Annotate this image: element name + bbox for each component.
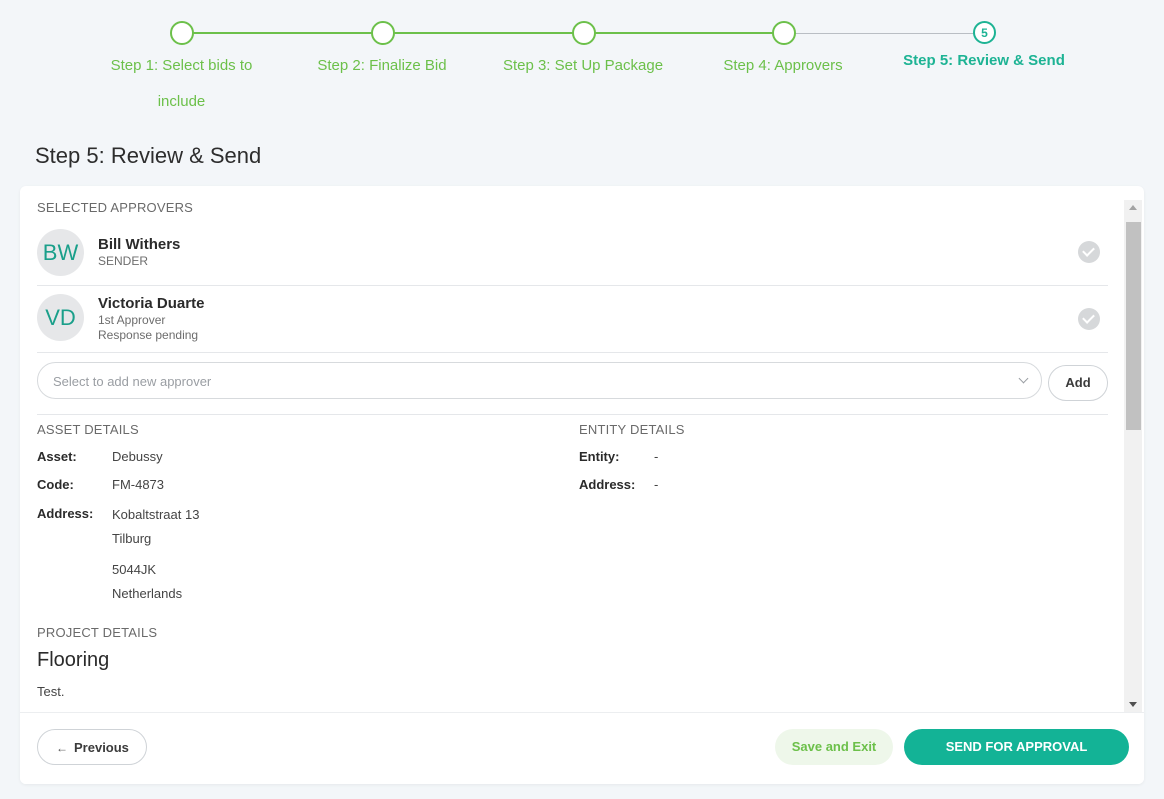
previous-label: Previous (74, 740, 129, 755)
previous-button[interactable]: ← Previous (37, 729, 147, 765)
send-for-approval-button[interactable]: SEND FOR APPROVAL (904, 729, 1129, 765)
avatar: BW (37, 229, 84, 276)
asset-address-key: Address: (37, 506, 94, 521)
step-2-circle[interactable] (371, 21, 395, 45)
stepper-connector (382, 32, 583, 34)
add-approver-select[interactable]: Select to add new approver (37, 362, 1042, 399)
stepper-connector (181, 32, 382, 34)
step-3-label[interactable]: Step 3: Set Up Package (488, 48, 678, 84)
step-1-label-line2: include (157, 93, 206, 110)
entity-details-title: ENTITY DETAILS (579, 422, 685, 437)
approver-status: Response pending (98, 328, 199, 342)
project-name: Flooring (37, 649, 110, 671)
divider (37, 352, 1108, 353)
code-key: Code: (37, 477, 74, 492)
approver-role: 1st Approver (98, 313, 166, 327)
page-title: Step 5: Review & Send (35, 143, 262, 168)
asset-value: Debussy (112, 449, 163, 464)
step-5-label: Step 5: Review & Send (903, 52, 1065, 69)
scrollbar-thumb[interactable] (1126, 222, 1141, 430)
asset-address-line: Kobaltstraat 13 (112, 507, 200, 522)
step-5-circle: 5 (973, 21, 996, 44)
step-1-label[interactable]: Step 1: Select bids to include (96, 48, 267, 120)
asset-key: Asset: (37, 449, 77, 464)
divider (37, 414, 1108, 415)
selected-approvers-title: SELECTED APPROVERS (37, 200, 194, 215)
progress-stepper: 5 Step 1: Select bids to include Step 2:… (0, 0, 1164, 130)
scroll-down-arrow-icon[interactable] (1129, 702, 1137, 707)
add-approver-button[interactable]: Add (1048, 365, 1108, 401)
approver-name: Victoria Duarte (98, 295, 205, 312)
code-value: FM-4873 (112, 477, 165, 492)
review-card: SELECTED APPROVERS BW Bill Withers SENDE… (20, 186, 1144, 784)
entity-key: Entity: (579, 449, 620, 464)
arrow-left-icon: ← (56, 741, 68, 755)
vertical-scrollbar[interactable] (1124, 200, 1142, 712)
review-scroll-area[interactable]: SELECTED APPROVERS BW Bill Withers SENDE… (20, 186, 1122, 712)
stepper-connector (783, 33, 984, 34)
step-3-circle[interactable] (572, 21, 596, 45)
project-details-title: PROJECT DETAILS (37, 625, 158, 640)
stepper-connector (583, 32, 783, 34)
asset-address-line: Tilburg (112, 531, 152, 546)
avatar: VD (37, 294, 84, 341)
asset-address-line: Netherlands (112, 586, 183, 601)
asset-details-title: ASSET DETAILS (37, 422, 139, 437)
asset-address-line: 5044JK (112, 562, 157, 577)
step-4-label[interactable]: Step 4: Approvers (703, 48, 863, 84)
entity-value: - (654, 449, 659, 464)
check-circle-icon (1078, 308, 1100, 330)
approver-name: Bill Withers (98, 236, 181, 253)
divider (37, 285, 1108, 286)
check-circle-icon (1078, 241, 1100, 263)
approver-role: SENDER (98, 254, 149, 268)
scroll-up-arrow-icon[interactable] (1129, 205, 1137, 210)
action-footer: ← Previous Save and Exit SEND FOR APPROV… (20, 712, 1144, 784)
entity-address-key: Address: (579, 477, 636, 492)
save-and-exit-button[interactable]: Save and Exit (775, 729, 893, 765)
entity-address-value: - (654, 477, 659, 492)
step-2-label[interactable]: Step 2: Finalize Bid (297, 48, 467, 84)
approver-row: VD Victoria Duarte 1st Approver Response… (37, 294, 1108, 360)
step-4-circle[interactable] (772, 21, 796, 45)
chevron-down-icon (1018, 373, 1029, 384)
step-1-circle[interactable] (170, 21, 194, 45)
step-1-label-line1: Step 1: Select bids to (110, 57, 253, 74)
add-approver-placeholder: Select to add new approver (53, 374, 212, 389)
project-description: Test. (37, 684, 65, 699)
